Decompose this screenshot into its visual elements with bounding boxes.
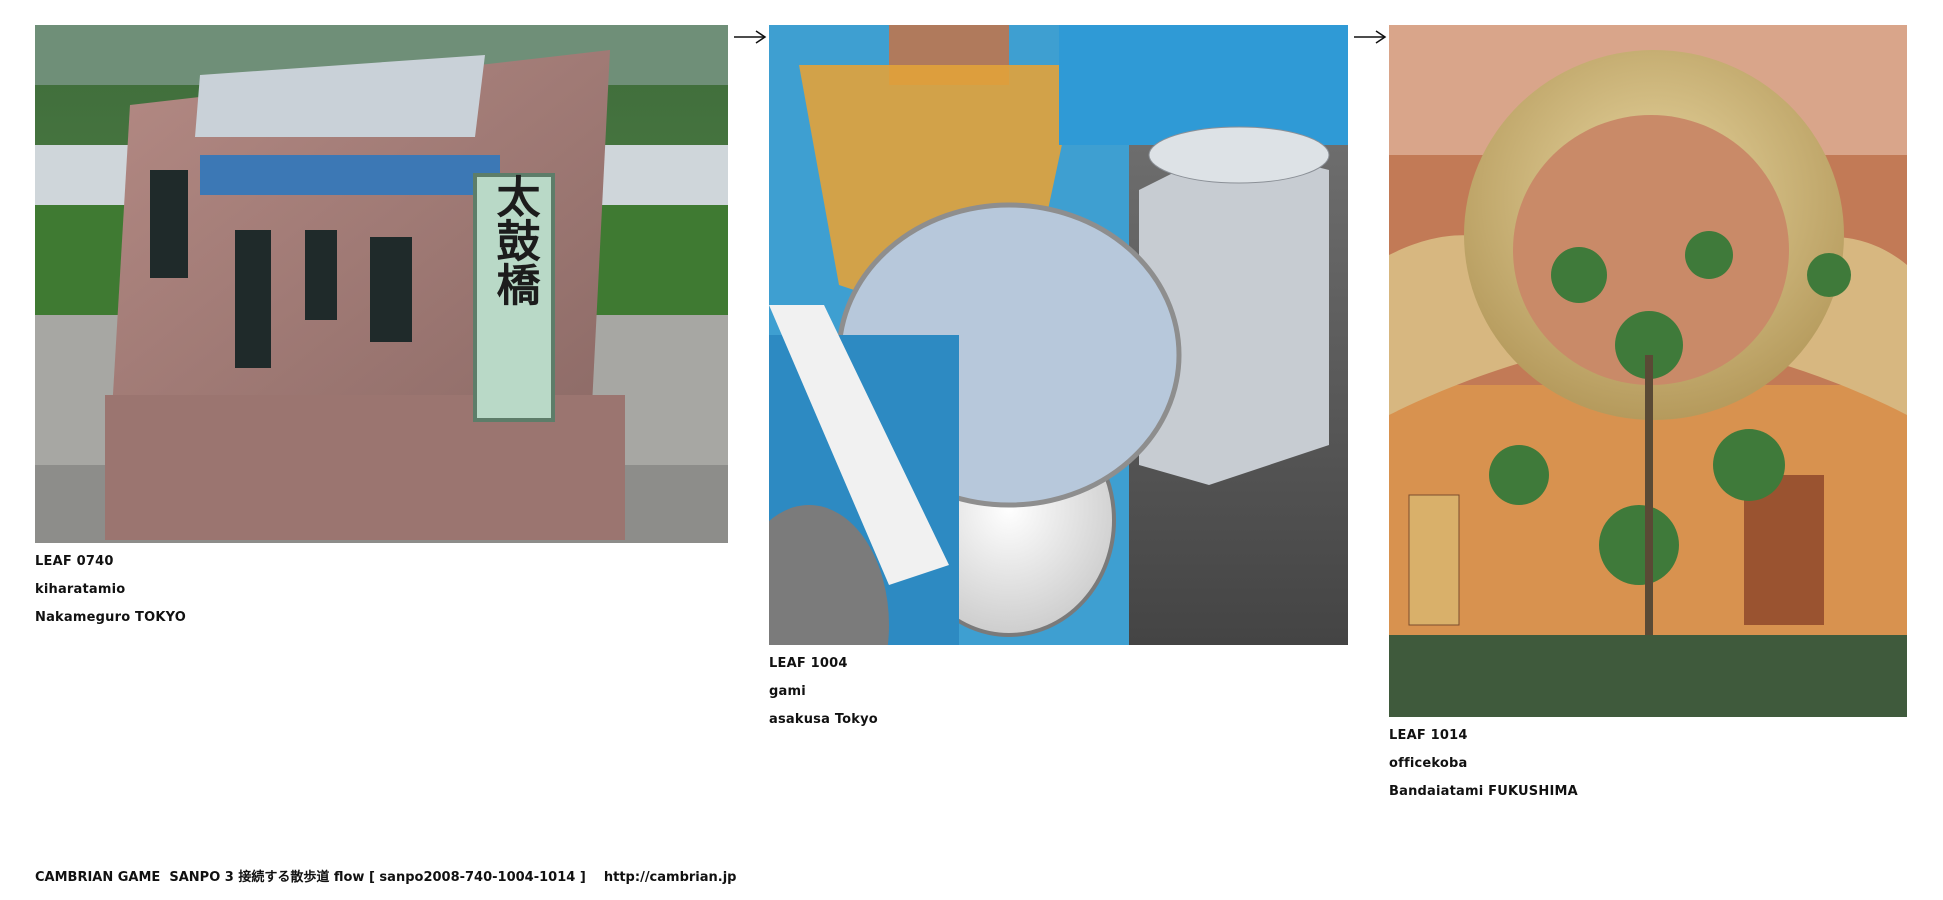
arrow-right-icon (1354, 30, 1387, 44)
leaf-place: Bandaiatami FUKUSHIMA (1389, 784, 1578, 799)
leaf-0740-caption: LEAF 0740 kiharatamio Nakameguro TOKYO (35, 548, 186, 632)
leaf-id: LEAF 1014 (1389, 728, 1468, 743)
leaf-author[interactable]: kiharatamio (35, 576, 186, 604)
leaf-place: asakusa Tokyo (769, 712, 878, 727)
arrow-right-icon (734, 30, 767, 44)
leaf-id: LEAF 0740 (35, 554, 114, 569)
leaf-place: Nakameguro TOKYO (35, 610, 187, 625)
footer-credit[interactable]: CAMBRIAN GAME SANPO 3 接続する散歩道 flow [ san… (35, 866, 737, 885)
plaque-main-text: 太鼓橋 (489, 174, 541, 306)
leaf-author[interactable]: officekoba (1389, 750, 1578, 778)
leaf-id: LEAF 1004 (769, 656, 848, 671)
leaf-1004-caption: LEAF 1004 gami asakusa Tokyo (769, 650, 878, 734)
leaf-1014-photo[interactable] (1389, 25, 1907, 717)
leaf-1004-photo[interactable] (769, 25, 1348, 645)
leaf-author[interactable]: gami (769, 678, 878, 706)
leaf-0740-photo[interactable]: 太鼓橋 (35, 25, 728, 543)
leaf-1014-caption: LEAF 1014 officekoba Bandaiatami FUKUSHI… (1389, 722, 1578, 806)
